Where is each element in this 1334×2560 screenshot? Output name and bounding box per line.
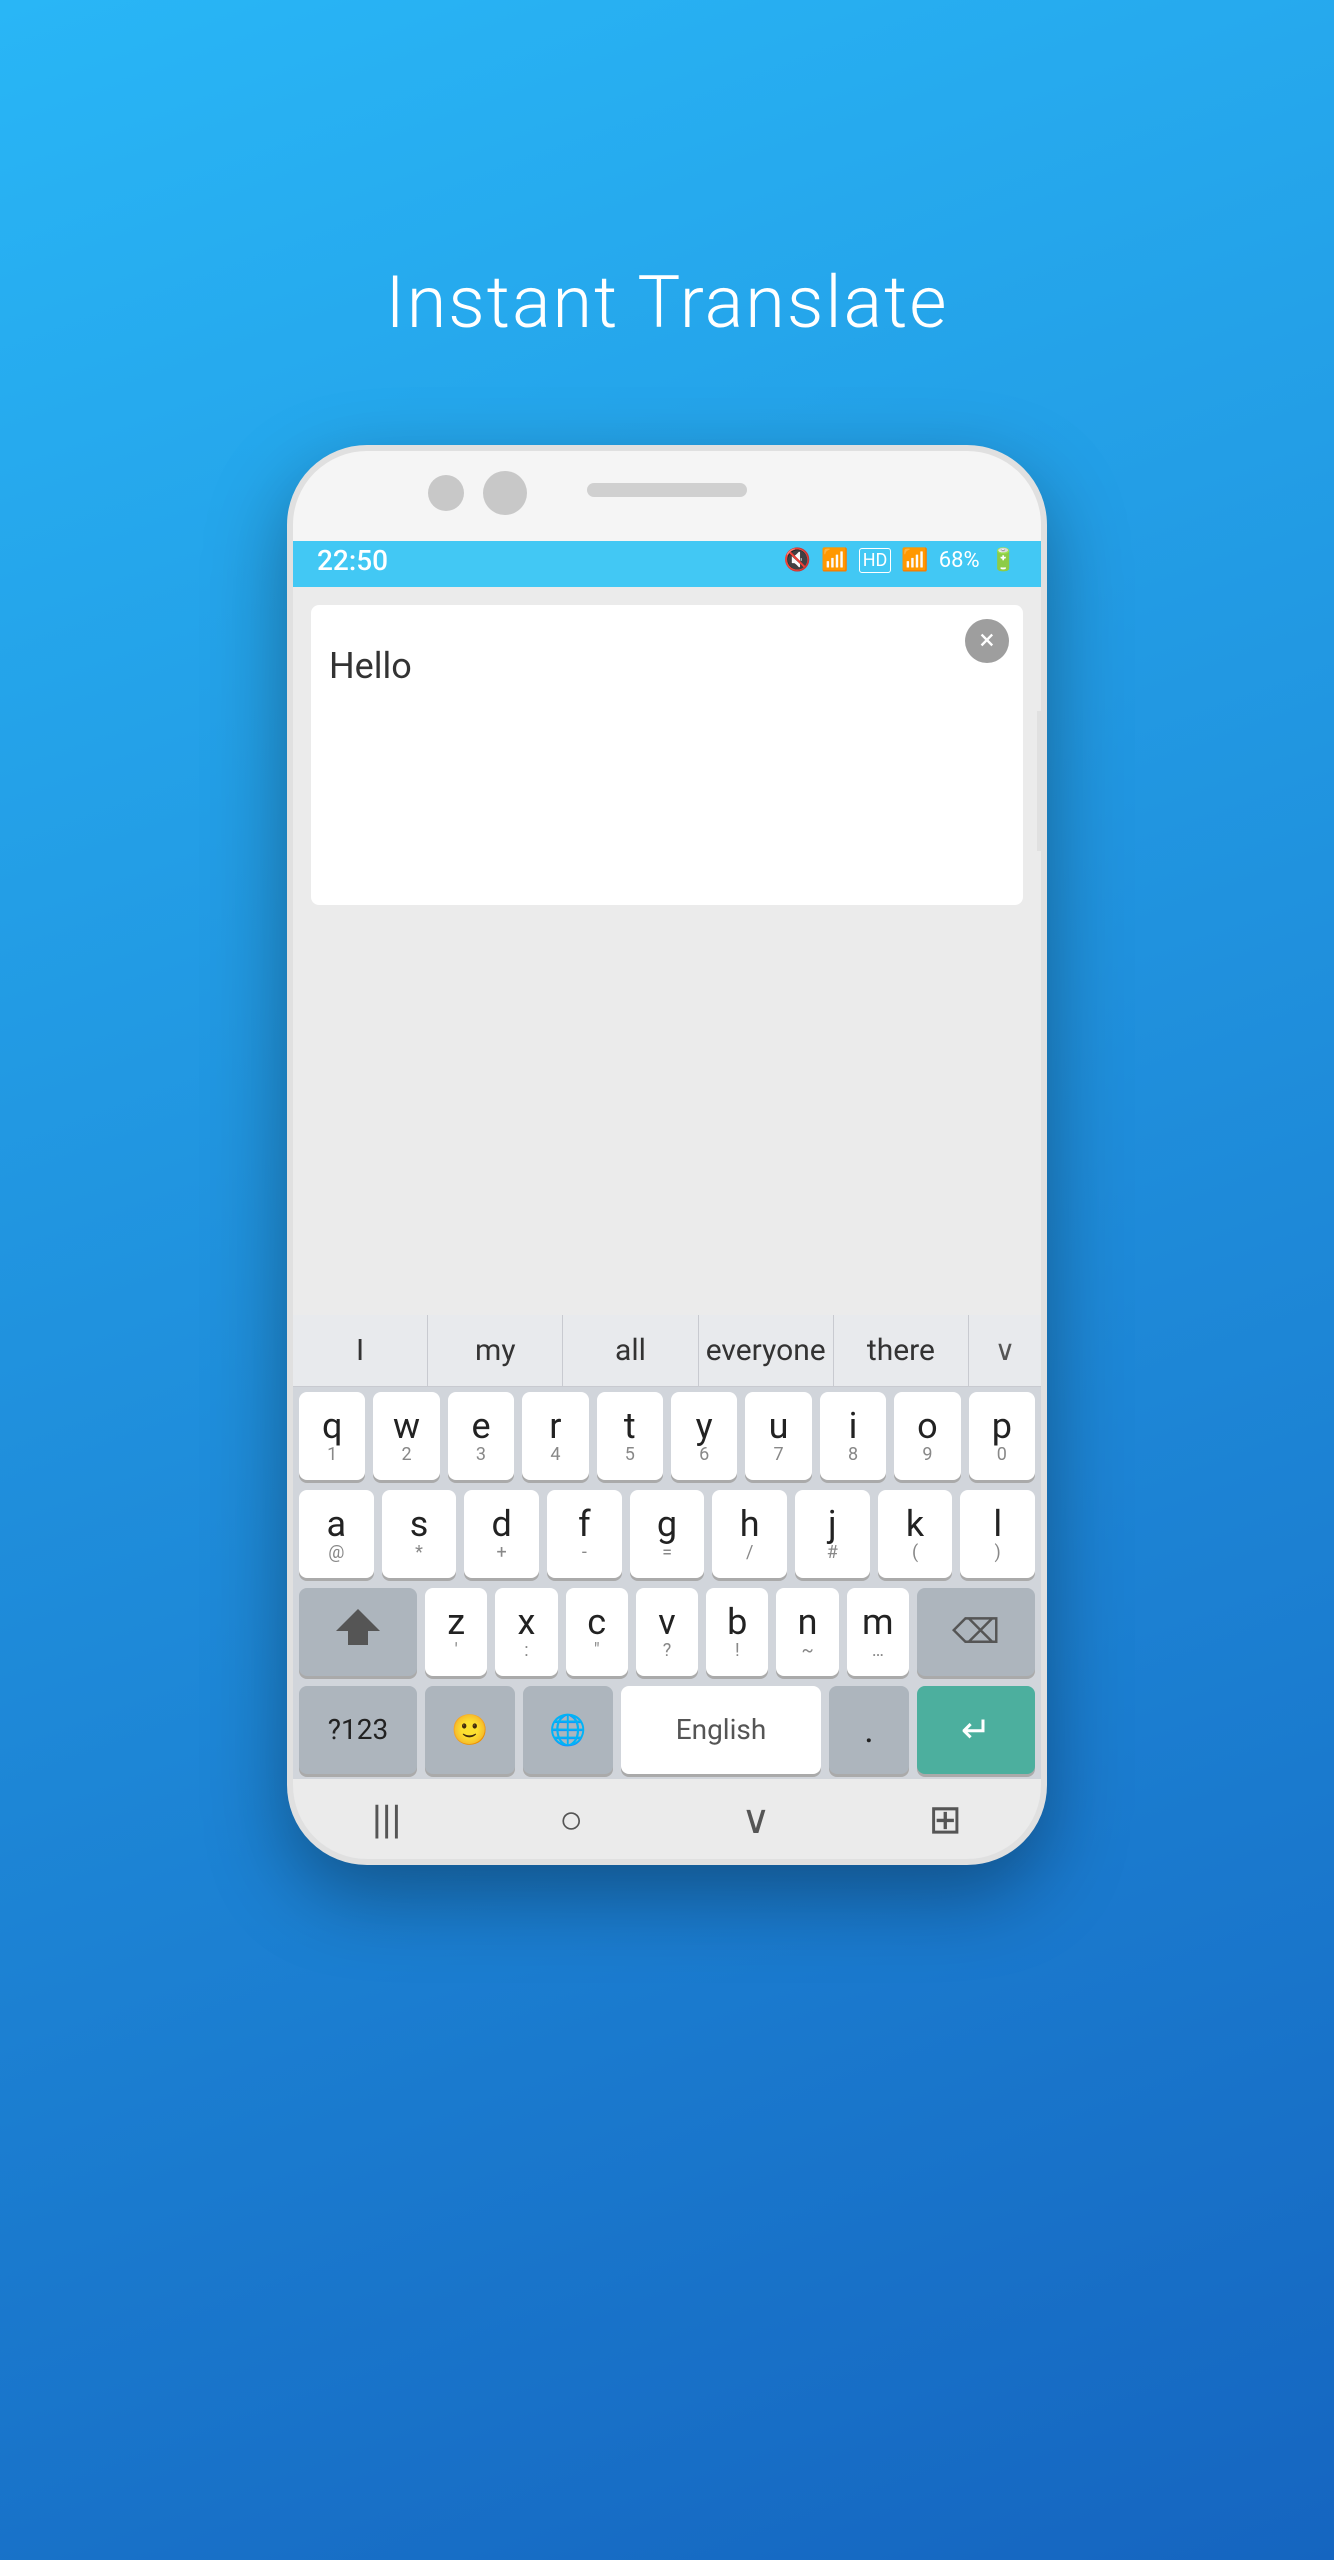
wifi-icon: 📶 — [821, 548, 848, 573]
signal-icon: 📶 — [901, 548, 928, 573]
key-l[interactable]: l) — [960, 1490, 1035, 1578]
text-input-area[interactable]: × Hello — [311, 605, 1023, 905]
key-r[interactable]: r4 — [522, 1392, 588, 1480]
clear-icon: × — [980, 626, 995, 654]
hd-badge: HD — [859, 548, 892, 573]
key-num[interactable]: ?123 — [299, 1686, 417, 1774]
translation-area — [293, 905, 1041, 1315]
key-shift[interactable]: — — [299, 1588, 417, 1676]
key-backspace[interactable]: ⌫ — [917, 1588, 1035, 1676]
phone-side-button — [1037, 711, 1047, 851]
keyboard-row-3: — z' x: c" v? b! n~ m… ⌫ — [293, 1583, 1041, 1681]
globe-icon: 🌐 — [549, 1713, 586, 1748]
clear-button[interactable]: × — [965, 619, 1009, 663]
battery-text: 68% — [939, 548, 980, 573]
key-c[interactable]: c" — [566, 1588, 628, 1676]
status-icons: 🔇 📶 HD 📶 68% 🔋 — [784, 548, 1017, 573]
key-b[interactable]: b! — [706, 1588, 768, 1676]
nav-bar: ||| ○ ∨ ⊞ — [293, 1779, 1041, 1859]
suggestion-all[interactable]: all — [563, 1315, 698, 1386]
key-x[interactable]: x: — [495, 1588, 557, 1676]
app-title: Instant Translate — [386, 260, 949, 345]
keyboard-row-1: q1 w2 e3 r4 t5 y6 u7 i8 o9 p0 — [293, 1387, 1041, 1485]
suggestion-my[interactable]: my — [428, 1315, 563, 1386]
key-period[interactable]: . — [829, 1686, 909, 1774]
key-i[interactable]: i8 — [820, 1392, 886, 1480]
app-content: × Hello I my all — [293, 587, 1041, 1859]
key-t[interactable]: t5 — [597, 1392, 663, 1480]
key-v[interactable]: v? — [636, 1588, 698, 1676]
key-h[interactable]: h/ — [712, 1490, 787, 1578]
chevron-down-icon: ∨ — [995, 1334, 1016, 1367]
suggestion-everyone[interactable]: everyone — [699, 1315, 834, 1386]
backspace-icon: ⌫ — [952, 1612, 1000, 1652]
shift-icon — [336, 1609, 380, 1631]
suggestion-i[interactable]: I — [293, 1315, 428, 1386]
app-background: Instant Translate 22:50 🔇 📶 HD 📶 68% 🔋 — [287, 0, 1047, 1865]
phone-camera-right — [483, 471, 527, 515]
suggestions-expand[interactable]: ∨ — [969, 1315, 1041, 1386]
nav-home-icon[interactable]: ○ — [559, 1796, 583, 1843]
nav-back-icon[interactable]: ||| — [372, 1796, 401, 1843]
key-s[interactable]: s* — [382, 1490, 457, 1578]
key-y[interactable]: y6 — [671, 1392, 737, 1480]
nav-keyboard-icon[interactable]: ⊞ — [928, 1796, 962, 1843]
nav-recents-icon[interactable]: ∨ — [741, 1796, 770, 1843]
key-a[interactable]: a@ — [299, 1490, 374, 1578]
suggestion-there[interactable]: there — [834, 1315, 969, 1386]
key-e[interactable]: e3 — [448, 1392, 514, 1480]
key-globe[interactable]: 🌐 — [523, 1686, 613, 1774]
status-bar: 22:50 🔇 📶 HD 📶 68% 🔋 — [293, 533, 1041, 587]
emoji-icon: 🙂 — [451, 1713, 488, 1748]
key-enter[interactable]: ↵ — [917, 1686, 1035, 1774]
phone-camera-left — [428, 475, 464, 511]
app-title-container: Instant Translate — [287, 130, 1047, 345]
key-k[interactable]: k( — [878, 1490, 953, 1578]
key-n[interactable]: n~ — [776, 1588, 838, 1676]
enter-icon: ↵ — [961, 1709, 991, 1751]
key-p[interactable]: p0 — [969, 1392, 1035, 1480]
status-time: 22:50 — [317, 544, 388, 577]
key-m[interactable]: m… — [847, 1588, 909, 1676]
key-q[interactable]: q1 — [299, 1392, 365, 1480]
key-emoji[interactable]: 🙂 — [425, 1686, 515, 1774]
phone-top-bar — [293, 451, 1041, 541]
keyboard-row-2: a@ s* d+ f- g= h/ j# k( l) — [293, 1485, 1041, 1583]
key-j[interactable]: j# — [795, 1490, 870, 1578]
phone-speaker — [587, 483, 747, 497]
key-f[interactable]: f- — [547, 1490, 622, 1578]
key-d[interactable]: d+ — [464, 1490, 539, 1578]
key-z[interactable]: z' — [425, 1588, 487, 1676]
key-g[interactable]: g= — [630, 1490, 705, 1578]
suggestions-bar: I my all everyone there ∨ — [293, 1315, 1041, 1387]
input-text: Hello — [329, 645, 1005, 687]
keyboard: I my all everyone there ∨ — [293, 1315, 1041, 1859]
mute-icon: 🔇 — [784, 548, 811, 573]
key-w[interactable]: w2 — [373, 1392, 439, 1480]
key-space[interactable]: English — [621, 1686, 821, 1774]
key-u[interactable]: u7 — [745, 1392, 811, 1480]
battery-icon: 🔋 — [990, 548, 1017, 573]
key-o[interactable]: o9 — [894, 1392, 960, 1480]
keyboard-row-4: ?123 🙂 🌐 English . ↵ — [293, 1681, 1041, 1779]
phone-frame: 22:50 🔇 📶 HD 📶 68% 🔋 × Hello — [287, 445, 1047, 1865]
